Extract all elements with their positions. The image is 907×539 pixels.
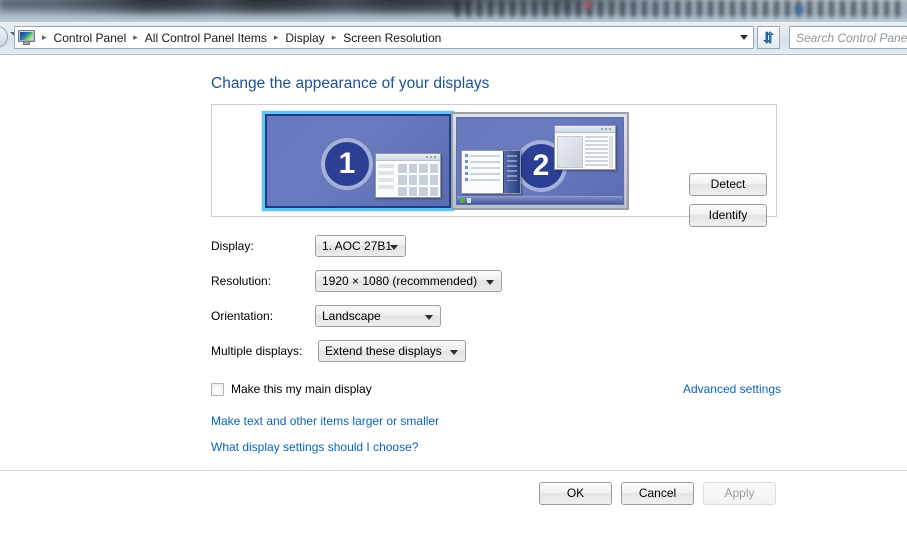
breadcrumb-separator-3: ▸ [331,32,337,42]
display-row: Display: 1. AOC 27B1 [211,235,781,270]
desktop-background-strip [0,0,907,22]
monitor-2-taskbar [457,196,623,204]
resolution-select[interactable]: 1920 × 1080 (recommended) [315,270,502,292]
settings-form: Display: 1. AOC 27B1 Resolution: 1920 × … [211,235,781,375]
address-bar: ▸ Control Panel ▸ All Control Panel Item… [0,22,907,55]
resolution-select-value: 1920 × 1080 (recommended) [322,274,478,288]
breadcrumb[interactable]: ▸ Control Panel ▸ All Control Panel Item… [14,26,753,49]
orientation-select-value: Landscape [322,309,381,323]
multiple-displays-select[interactable]: Extend these displays [318,340,466,362]
red-light-accent [585,1,591,8]
chevron-down-icon [390,245,398,250]
breadcrumb-separator-0: ▸ [42,32,47,42]
orientation-row: Orientation: Landscape [211,305,781,340]
chevron-down-icon [425,315,433,320]
search-input[interactable]: Search Control Panel [789,26,907,49]
dark-ridge [0,0,470,14]
chevron-down-icon [740,35,748,40]
ok-button[interactable]: OK [539,482,612,505]
detect-button[interactable]: Detect [689,173,767,196]
monitor-1-window-icon [375,153,441,198]
multiple-displays-row: Multiple displays: Extend these displays [211,340,781,375]
resolution-label: Resolution: [211,274,272,288]
make-text-larger-link[interactable]: Make text and other items larger or smal… [211,414,439,428]
identify-button[interactable]: Identify [689,204,767,227]
what-display-settings-link[interactable]: What display settings should I choose? [211,440,439,454]
breadcrumb-separator-2: ▸ [273,32,279,42]
main-display-row: Make this my main display Advanced setti… [211,382,781,400]
breadcrumb-item-all-control-panel-items[interactable]: All Control Panel Items [142,30,270,46]
monitor-1-number: 1 [321,138,373,190]
refresh-button[interactable] [757,26,780,49]
blue-light-accent [795,6,803,13]
back-arrow-icon[interactable] [0,26,8,48]
preview-side-buttons: Detect Identify [689,173,767,235]
breadcrumb-item-control-panel[interactable]: Control Panel [51,30,130,46]
advanced-settings-link[interactable]: Advanced settings [683,382,781,396]
resolution-row: Resolution: 1920 × 1080 (recommended) [211,270,781,305]
monitor-1-screen: 1 [265,114,451,208]
breadcrumb-item-display[interactable]: Display [282,30,327,46]
monitor-arrangement: 1 2 [262,111,632,211]
city-skyline-blur [455,0,907,17]
chevron-down-icon [486,280,494,285]
multiple-displays-label: Multiple displays: [211,344,303,358]
monitor-2[interactable]: 2 [451,112,629,210]
display-monitor-icon [18,30,35,45]
help-links: Make text and other items larger or smal… [211,414,439,466]
multiple-displays-select-value: Extend these displays [325,344,442,358]
display-label: Display: [211,239,254,253]
breadcrumb-item-screen-resolution[interactable]: Screen Resolution [340,30,444,46]
cancel-button[interactable]: Cancel [621,482,694,505]
monitor-2-list-window-icon [461,150,521,194]
orientation-label: Orientation: [211,309,274,323]
orientation-select[interactable]: Landscape [315,305,441,327]
main-display-checkbox[interactable] [211,383,224,396]
search-placeholder: Search Control Panel [796,30,907,45]
breadcrumb-separator-1: ▸ [133,32,138,42]
monitor-2-document-window-icon [554,125,616,170]
main-display-checkbox-label: Make this my main display [231,382,372,396]
main-content: Change the appearance of your displays 1 [0,55,907,470]
display-select[interactable]: 1. AOC 27B1 [315,235,406,257]
dialog-footer: OK Cancel Apply [0,471,907,539]
display-select-value: 1. AOC 27B1 [322,239,393,253]
page-title: Change the appearance of your displays [211,75,490,92]
monitor-2-screen: 2 [456,117,624,205]
refresh-icon [763,31,774,44]
address-history-dropdown-button[interactable] [735,26,754,49]
chevron-down-icon [450,350,458,355]
monitor-1[interactable]: 1 [262,111,454,211]
apply-button: Apply [703,482,776,505]
